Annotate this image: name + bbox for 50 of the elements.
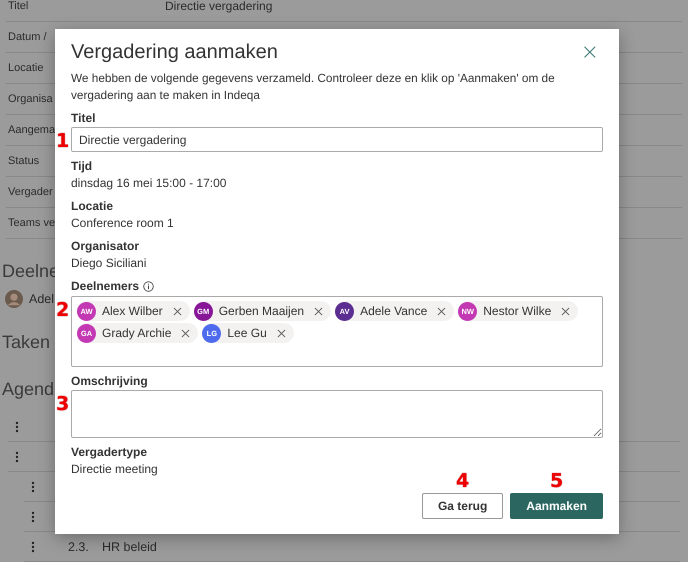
detail-label: Aangema	[7, 124, 56, 136]
more-icon[interactable]	[15, 420, 19, 432]
field-value: Diego Siciliani	[71, 256, 146, 270]
section-heading: Taken	[1, 331, 50, 354]
dialog-description: We hebben de volgende gegevens verzameld. Controleer deze en klik op 'Aanmaken' om de vergadering aan te maken in Indeqa	[71, 70, 556, 104]
remove-icon[interactable]	[437, 306, 446, 316]
more-icon[interactable]	[31, 510, 35, 522]
back-button[interactable]: Ga terug	[422, 493, 504, 519]
step-number: 5	[550, 471, 564, 491]
detail-value: Directie vergadering	[165, 0, 272, 13]
more-icon[interactable]	[15, 450, 19, 462]
remove-icon[interactable]	[314, 306, 324, 316]
title-field[interactable]: Directie vergadering	[71, 127, 603, 152]
step-number: 4	[456, 471, 470, 491]
field-label: Omschrijving	[71, 373, 148, 389]
dialog-title: Vergadering aanmaken	[71, 41, 278, 64]
detail-label: Titel	[7, 0, 28, 12]
detail-label: Datum /	[7, 31, 47, 43]
field-value: Conference room 1	[71, 216, 174, 230]
remove-icon[interactable]	[561, 306, 570, 316]
more-icon[interactable]	[31, 480, 35, 492]
step-number: 2	[56, 300, 70, 320]
detail-label: Vergader	[7, 186, 53, 198]
field-value: dinsdag 16 mei 15:00 - 17:00	[71, 176, 226, 190]
agenda-number: 2.3.	[68, 540, 90, 554]
create-button[interactable]: Aanmaken	[510, 493, 603, 519]
field-label: Locatie	[71, 198, 114, 214]
remove-icon[interactable]	[276, 328, 286, 338]
detail-label: Organisa	[7, 93, 53, 105]
more-icon[interactable]	[31, 540, 35, 552]
description-field[interactable]	[71, 390, 603, 438]
remove-icon[interactable]	[181, 328, 190, 338]
field-label: Organisator	[71, 238, 140, 254]
field-label: Tijd	[71, 158, 92, 174]
remove-icon[interactable]	[172, 306, 182, 316]
avatar-icon	[5, 290, 23, 308]
close-button[interactable]: ×	[576, 42, 603, 64]
participant-name: Adel	[29, 292, 54, 306]
section-heading: Agend	[1, 378, 54, 401]
field-label: Vergadertype	[71, 444, 148, 460]
agenda-title: HR beleid	[102, 540, 157, 554]
step-number: 1	[56, 131, 70, 151]
field-value: Directie meeting	[71, 462, 158, 476]
field-label: Deelnemers	[71, 278, 140, 294]
field-label: Titel	[71, 110, 96, 126]
detail-label: Locatie	[7, 62, 44, 74]
detail-label: Status	[7, 155, 40, 167]
detail-label: Teams ve	[7, 217, 56, 229]
info-icon[interactable]	[143, 280, 154, 292]
step-number: 3	[56, 394, 70, 414]
